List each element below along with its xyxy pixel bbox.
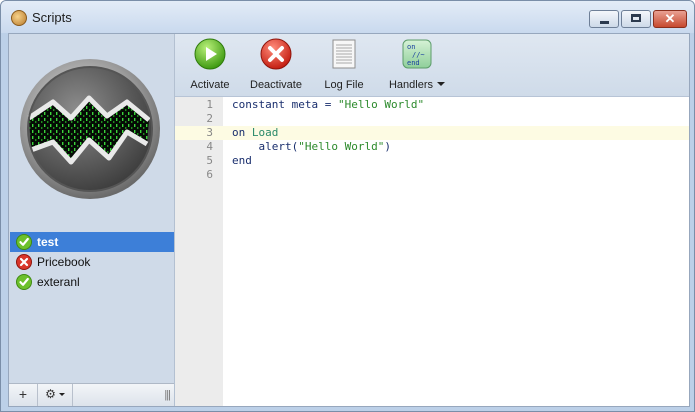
script-name: exteranl: [37, 275, 80, 289]
handlers-label: Handlers: [388, 79, 434, 91]
play-icon: [194, 38, 226, 70]
code-line[interactable]: 4 alert("Hello World"): [175, 140, 689, 154]
script-list-item[interactable]: exteranl: [10, 272, 174, 292]
code-line[interactable]: 5 end: [175, 154, 689, 168]
plus-icon: +: [18, 386, 28, 402]
stop-x-icon: [260, 38, 292, 70]
window-client-area: test Pricebook exteranl + ⚙ ||| Activate: [8, 33, 690, 407]
close-icon: ✕: [664, 11, 676, 26]
line-number: 3: [206, 126, 213, 139]
handlers-icon-line: on: [407, 43, 415, 51]
handlers-menu-button[interactable]: on //~ end Handlers: [385, 38, 449, 91]
log-file-button[interactable]: Log File: [321, 38, 367, 91]
app-icon: [11, 10, 27, 26]
code-line[interactable]: 3 on Load: [175, 126, 689, 140]
active-check-icon: [16, 234, 32, 250]
code-text: constant meta = "Hello World": [232, 98, 425, 111]
code-line[interactable]: 2: [175, 112, 689, 126]
line-number: 1: [206, 98, 213, 111]
chevron-down-icon: [58, 393, 65, 396]
line-number: 6: [206, 168, 213, 181]
title-bar[interactable]: Scripts ✕: [1, 1, 694, 33]
window-title: Scripts: [32, 10, 72, 25]
code-text: on Load: [232, 126, 279, 139]
code-text: alert("Hello World"): [232, 140, 391, 153]
toolbar: Activate Deactivate Log File on //~ end …: [175, 34, 689, 97]
script-engine-logo: [20, 59, 160, 199]
scripts-sidebar: test Pricebook exteranl + ⚙ |||: [9, 34, 175, 406]
sidebar-footer: + ⚙ |||: [9, 383, 174, 406]
gear-icon: ⚙: [45, 387, 56, 401]
line-number: 2: [206, 112, 213, 125]
script-name: test: [37, 235, 59, 249]
scripts-list: test Pricebook exteranl: [10, 232, 174, 292]
active-check-icon: [16, 274, 32, 290]
line-number: 5: [206, 154, 213, 167]
document-icon: [332, 39, 356, 69]
main-panel: Activate Deactivate Log File on //~ end …: [175, 34, 689, 406]
code-line[interactable]: 1 constant meta = "Hello World": [175, 98, 689, 112]
script-name: Pricebook: [37, 255, 91, 269]
add-script-button[interactable]: +: [9, 384, 38, 406]
deactivate-label: Deactivate: [250, 79, 302, 91]
scripts-window: Scripts ✕ test Pricebook exteranl + ⚙ ||…: [0, 0, 695, 412]
activate-button[interactable]: Activate: [189, 38, 231, 91]
log-file-label: Log File: [324, 79, 364, 91]
code-line[interactable]: 6: [175, 168, 689, 182]
code-editor[interactable]: 1 constant meta = "Hello World" 2 3 on Load 4…: [175, 97, 689, 406]
close-button[interactable]: ✕: [653, 10, 687, 28]
maximize-button[interactable]: [621, 10, 651, 28]
line-number: 4: [206, 140, 213, 153]
chevron-down-icon: [437, 82, 446, 86]
deactivate-button[interactable]: Deactivate: [249, 38, 303, 91]
sidebar-resize-grip[interactable]: |||: [164, 389, 171, 401]
handlers-icon-line: //~: [412, 51, 425, 59]
script-actions-menu-button[interactable]: ⚙: [38, 384, 73, 406]
script-list-item[interactable]: test: [10, 232, 174, 252]
script-list-item[interactable]: Pricebook: [10, 252, 174, 272]
error-x-icon: [16, 254, 32, 270]
minimize-button[interactable]: [589, 10, 619, 28]
handlers-icon-line: end: [407, 59, 420, 67]
handlers-label-wrap: Handlers: [385, 79, 449, 91]
handlers-icon: on //~ end: [402, 39, 432, 69]
code-text: end: [232, 154, 252, 167]
activate-label: Activate: [190, 79, 230, 91]
